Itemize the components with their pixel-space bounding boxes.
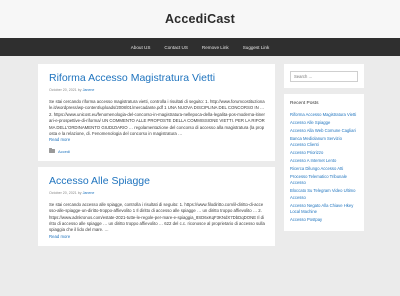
recent-post-link[interactable]: Ricerca Dilungo Accesso Atti — [290, 166, 358, 173]
post-card: Accesso Alle Spiagge October 20, 2021 by… — [38, 166, 275, 247]
post-author-link[interactable]: Janene — [83, 191, 95, 195]
sidebar: Recent Posts Riforma Accesso Magistratur… — [284, 64, 364, 237]
recent-post-link[interactable]: Banca Mediolanum Servizio Accesso Client… — [290, 136, 358, 149]
recent-post-link[interactable]: Accesso Negato Alla Chiave Hkey Local Ma… — [290, 203, 358, 216]
nav-item-suggest-link[interactable]: Suggest Link — [243, 45, 270, 50]
nav-item-about-us[interactable]: About US — [131, 45, 151, 50]
folder-icon — [49, 148, 55, 154]
nav-item-contact-us[interactable]: Contact US — [164, 45, 188, 50]
main-navigation: About US Contact US Remove Link Suggest … — [0, 38, 400, 56]
search-input[interactable] — [290, 71, 358, 82]
search-widget — [284, 64, 364, 88]
post-meta: October 20, 2021 by Janene — [49, 191, 265, 195]
post-by-label: by — [77, 190, 82, 195]
post-card: Riforma Accesso Magistratura Vietti Octo… — [38, 64, 275, 161]
post-author-link[interactable]: Janene — [83, 88, 95, 92]
post-meta: October 20, 2021 by Janene — [49, 88, 265, 92]
nav-item-remove-link[interactable]: Remove Link — [202, 45, 229, 50]
recent-posts-title: Recent Posts — [290, 101, 319, 106]
read-more-link[interactable]: Read more — [49, 234, 265, 240]
post-by-label: by — [77, 88, 82, 93]
recent-post-link[interactable]: Accesso Alle Spiagge — [290, 120, 358, 127]
recent-post-link[interactable]: Accesso Postpay — [290, 217, 358, 224]
recent-post-link[interactable]: Riforma Accesso Magistratura Vietti — [290, 112, 358, 119]
post-title-link[interactable]: Accesso Alle Spiagge — [49, 175, 265, 187]
recent-post-link[interactable]: Accesso Alla Web Comune Cagliari — [290, 128, 358, 135]
post-excerpt: Se stai cercando riforma accesso magistr… — [49, 99, 265, 136]
recent-post-link[interactable]: Processo Telematico Tribunale Accesso — [290, 174, 358, 187]
site-title[interactable]: AccediCast — [165, 12, 235, 26]
site-header: AccediCast — [0, 0, 400, 38]
post-date[interactable]: October 20, 2021 — [49, 191, 77, 195]
read-more-link[interactable]: Read more — [49, 137, 265, 143]
recent-posts-widget: Recent Posts Riforma Accesso Magistratur… — [284, 94, 364, 231]
recent-post-link[interactable]: Accesso Priorizzo — [290, 150, 358, 157]
recent-post-link[interactable]: Accesso A Internet Lento — [290, 158, 358, 165]
post-category: Accedi — [49, 148, 265, 154]
recent-post-link[interactable]: Bloccato Su Telegram Video Ultimo Access… — [290, 188, 358, 201]
category-link[interactable]: Accedi — [58, 149, 70, 154]
post-list: Riforma Accesso Magistratura Vietti Octo… — [38, 64, 275, 252]
post-date[interactable]: October 20, 2021 — [49, 88, 77, 92]
post-excerpt: Se stai cercando accesso alle spiagge, c… — [49, 201, 265, 233]
post-title-link[interactable]: Riforma Accesso Magistratura Vietti — [49, 72, 265, 84]
